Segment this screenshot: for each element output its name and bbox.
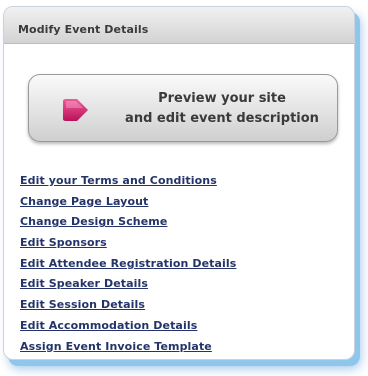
preview-site-button[interactable]: Preview your site and edit event descrip… (28, 74, 338, 142)
event-action-links: Edit your Terms and Conditions Change Pa… (20, 169, 236, 355)
list-item: Change Design Scheme (20, 210, 236, 231)
edit-accommodation-details-link[interactable]: Edit Accommodation Details (20, 319, 197, 332)
panel-title: Modify Event Details (18, 23, 149, 36)
edit-terms-link[interactable]: Edit your Terms and Conditions (20, 174, 217, 187)
preview-label-line2: and edit event description (125, 111, 319, 126)
modify-event-details-panel: Modify Event Details Preview your site a… (3, 6, 355, 360)
edit-session-details-link[interactable]: Edit Session Details (20, 298, 145, 311)
panel-header: Modify Event Details (4, 7, 354, 44)
preview-button-label: Preview your site and edit event descrip… (107, 89, 337, 129)
list-item: Edit your Terms and Conditions (20, 169, 236, 190)
list-item: Edit Speaker Details (20, 272, 236, 293)
list-item: Edit Accommodation Details (20, 314, 236, 335)
assign-invoice-template-link[interactable]: Assign Event Invoice Template (20, 340, 212, 353)
edit-attendee-registration-link[interactable]: Edit Attendee Registration Details (20, 257, 236, 270)
edit-sponsors-link[interactable]: Edit Sponsors (20, 236, 107, 249)
list-item: Edit Attendee Registration Details (20, 252, 236, 273)
list-item: Edit Session Details (20, 293, 236, 314)
change-design-scheme-link[interactable]: Change Design Scheme (20, 215, 167, 228)
list-item: Assign Event Invoice Template (20, 335, 236, 356)
arrow-right-icon (63, 99, 88, 121)
list-item: Change Page Layout (20, 190, 236, 211)
edit-speaker-details-link[interactable]: Edit Speaker Details (20, 277, 148, 290)
preview-label-line1: Preview your site (158, 91, 286, 106)
change-page-layout-link[interactable]: Change Page Layout (20, 195, 148, 208)
list-item: Edit Sponsors (20, 231, 236, 252)
